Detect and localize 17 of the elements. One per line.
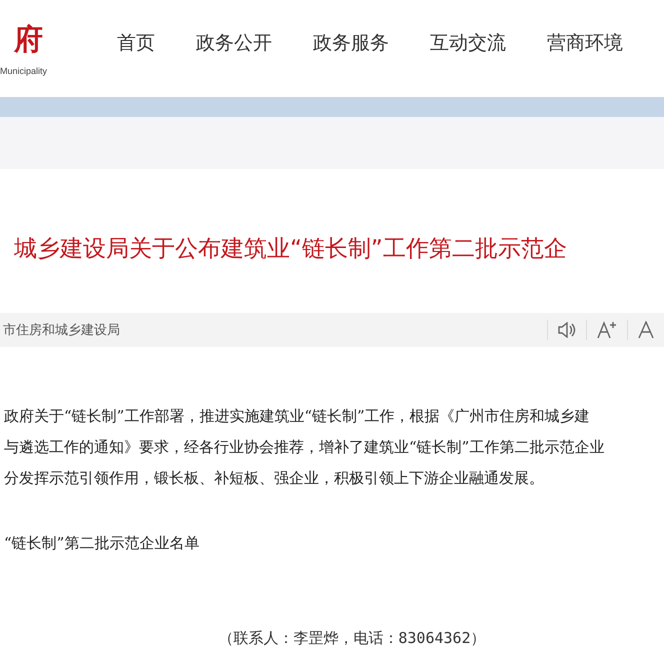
font-larger-icon xyxy=(597,321,617,339)
attachment-link[interactable]: “链长制”第二批示范企业名单 xyxy=(0,528,664,559)
body-text-line: 与遴选工作的通知》要求，经各行业协会推荐，增补了建筑业“链长制”工作第二批示范企业 xyxy=(3,437,606,458)
article-source: 市住房和城乡建设局 xyxy=(3,322,120,339)
nav-link[interactable]: 首页 xyxy=(117,30,155,56)
logo-text: 府 xyxy=(14,22,43,56)
logo-subtitle: Municipality xyxy=(0,66,48,76)
font-icon xyxy=(638,321,654,339)
speaker-icon xyxy=(558,322,576,338)
nav-link[interactable]: 营商环境 xyxy=(547,30,623,56)
nav-link[interactable]: 互动交流 xyxy=(430,30,506,56)
nav-link[interactable]: 政务服务 xyxy=(313,30,389,56)
body-text-line: 分发挥示范引领作用，锻长板、补短板、强企业，积极引领上下游企业融通发展。 xyxy=(3,468,545,489)
article-title: 城乡建设局关于公布建筑业“链长制”工作第二批示范企 xyxy=(14,235,568,264)
nav-link[interactable]: 政务公开 xyxy=(196,30,272,56)
contact-text: （联系人：李罡烨，电话：83064362） xyxy=(217,629,487,648)
body-text-line: 政府关于“链长制”工作部署，推进实施建筑业“链长制”工作，根据《广州市住房和城乡建 xyxy=(3,406,591,427)
